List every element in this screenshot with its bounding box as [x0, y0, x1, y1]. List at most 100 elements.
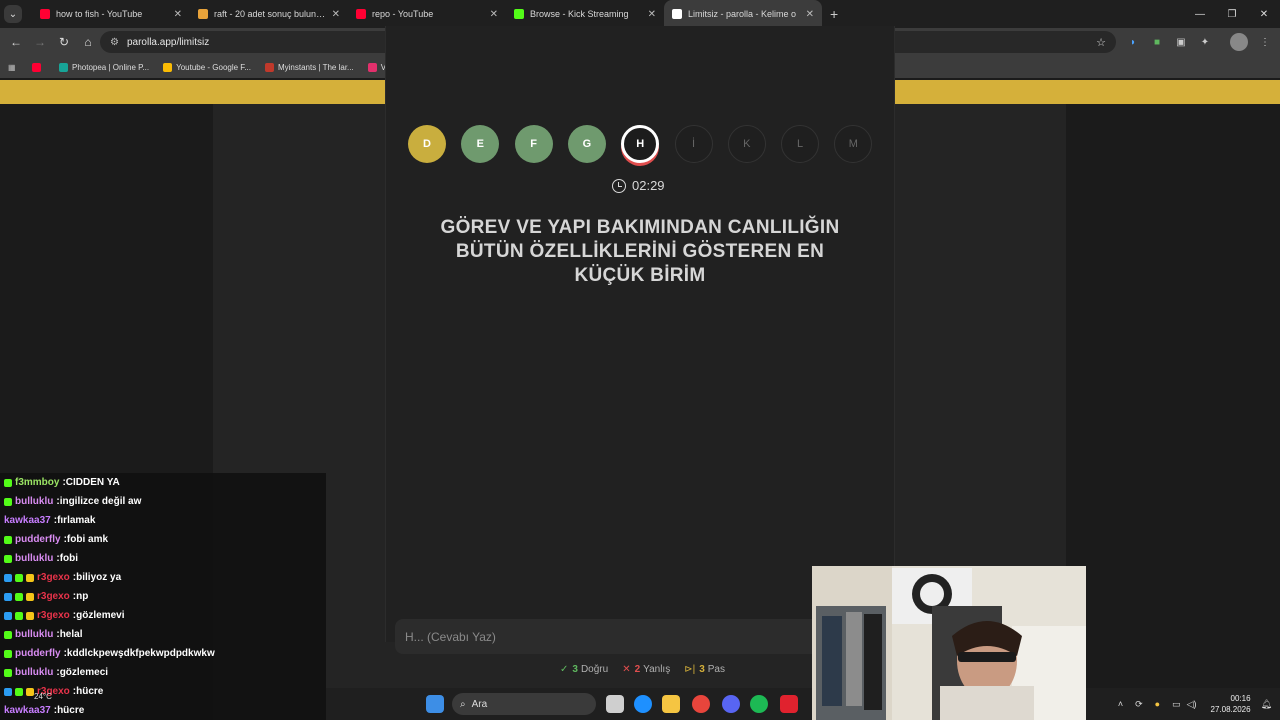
menu-dots-icon[interactable]: ⋮: [1256, 33, 1274, 51]
bookmark-item[interactable]: Photopea | Online P...: [59, 62, 149, 72]
reload-icon[interactable]: ↻: [52, 30, 76, 54]
new-tab-plus-icon[interactable]: +: [830, 6, 838, 22]
chat-text: hücre: [57, 705, 85, 716]
back-arrow-icon[interactable]: ←: [4, 30, 28, 54]
tab-close-icon[interactable]: ✕: [332, 9, 340, 20]
app-red-icon[interactable]: [780, 695, 798, 713]
stream-chat-overlay: f3mmboy: CIDDEN YA bulluklu: ingilizce de…: [0, 473, 326, 720]
edge-icon[interactable]: [634, 695, 652, 713]
chat-badge-icon: [4, 478, 12, 487]
chat-badge-icon: [26, 573, 34, 582]
bookmark-star-icon[interactable]: ☆: [1096, 36, 1106, 49]
media-extension-icon[interactable]: ◗: [1124, 33, 1142, 51]
chat-message: kawkaa37: fırlamak: [0, 511, 326, 530]
chat-username: bulluklu: [15, 667, 54, 678]
extension-dark-icon[interactable]: ▣: [1172, 33, 1190, 51]
chat-username: kawkaa37: [4, 705, 51, 716]
browser-tab[interactable]: Browse - Kick Streaming ✕: [506, 0, 664, 28]
score-stats: ✓ 3 Doğru ✕ 2 Yanlış ⊳| 3 Pas: [560, 664, 739, 675]
chat-message: pudderfly: kddlckpewşdkfpekwpdpdkwkw: [0, 644, 326, 663]
taskbar-clock[interactable]: 00:16 27.08.2026: [1211, 693, 1251, 715]
bookmark-label: Myinstants | The lar...: [277, 62, 354, 72]
bookmark-item[interactable]: Youtube - Google F...: [163, 62, 251, 72]
tab-search-chevron-icon[interactable]: ⌄: [4, 5, 22, 23]
tab-title: repo - YouTube: [372, 9, 434, 19]
spotify-icon[interactable]: [750, 695, 768, 713]
url-text: parolla.app/limitsiz: [126, 36, 210, 48]
chat-badge-icon: [4, 592, 12, 601]
minimize-icon[interactable]: —: [1184, 0, 1216, 28]
start-windows-icon[interactable]: [426, 695, 444, 713]
chat-message: bulluklu: fobi: [0, 549, 326, 568]
chat-badge-icon: [4, 687, 12, 696]
cross-icon: ✕: [622, 664, 631, 675]
browser-tab[interactable]: Limitsiz - parolla - Kelime o ✕: [664, 0, 822, 28]
taskbar-search[interactable]: ⌕ Ara: [452, 693, 596, 715]
bookmark-label: Youtube - Google F...: [176, 62, 251, 72]
bookmark-item[interactable]: Myinstants | The lar...: [264, 62, 354, 72]
maximize-icon[interactable]: ❐: [1216, 0, 1248, 28]
bookmark-item[interactable]: [32, 62, 45, 72]
chat-badge-icon: [26, 687, 34, 696]
window-controls: — ❐ ✕: [1184, 0, 1280, 28]
letter-circle: İ: [674, 125, 713, 163]
windows-taskbar: ⌕ Ara ˄ ⟳ ● ▭ ◁) 00:16 27.08.2026 🔔︎: [326, 688, 1280, 720]
chrome-icon[interactable]: [692, 695, 710, 713]
site-settings-icon[interactable]: ⚙: [110, 37, 119, 48]
chat-text: kddlckpewşdkfpekwpdpdkwkw: [66, 648, 215, 659]
sync-icon[interactable]: ⟳: [1135, 699, 1143, 710]
task-view-icon[interactable]: [606, 695, 624, 713]
weather-temp: 24°C: [34, 692, 52, 701]
file-explorer-icon[interactable]: [662, 695, 680, 713]
webcam-feed: [812, 566, 1086, 720]
skip-icon: ⊳|: [684, 664, 696, 675]
browser-tab[interactable]: repo - YouTube ✕: [348, 0, 506, 28]
microphone-icon[interactable]: ●: [1155, 699, 1160, 709]
chat-message: r3gexo: biliyoz ya: [0, 568, 326, 587]
apps-grid-icon[interactable]: ▦: [8, 63, 18, 72]
tab-close-icon[interactable]: ✕: [806, 9, 814, 20]
home-icon[interactable]: ⌂: [76, 30, 100, 54]
chat-username: r3gexo: [37, 610, 70, 621]
bookmark-favicon-icon: [59, 62, 68, 72]
bookmark-favicon-icon: [264, 62, 274, 72]
browser-tab[interactable]: how to fish - YouTube ✕: [32, 0, 190, 28]
chat-badge-icon: [4, 668, 12, 677]
discord-icon[interactable]: [722, 695, 740, 713]
chat-text: ingilizce değil aw: [59, 496, 142, 507]
network-icon[interactable]: ▭: [1172, 699, 1181, 710]
chat-badge-icon: [15, 687, 23, 696]
tab-close-icon[interactable]: ✕: [174, 9, 182, 20]
chat-username: f3mmboy: [15, 477, 60, 488]
tab-title: raft - 20 adet sonuç bulundu |: [214, 9, 326, 19]
letter-circle: G: [567, 125, 606, 163]
letter-circle: D: [408, 125, 446, 163]
tab-close-icon[interactable]: ✕: [490, 9, 498, 20]
chat-text: gözlemeci: [59, 667, 109, 678]
weather-widget[interactable]: 24°C: [34, 692, 52, 701]
chat-text: biliyoz ya: [76, 572, 122, 583]
browser-tab[interactable]: raft - 20 adet sonuç bulundu | ✕: [190, 0, 348, 28]
pass-count: 3: [699, 664, 705, 675]
forward-arrow-icon[interactable]: →: [28, 30, 52, 54]
chat-text: hücre: [76, 686, 104, 697]
countdown-timer: 02:29: [612, 178, 665, 193]
tab-close-icon[interactable]: ✕: [648, 9, 656, 20]
chat-badge-icon: [15, 573, 23, 582]
tray-expand-icon[interactable]: ˄: [1118, 699, 1123, 709]
chat-badge-icon: [4, 535, 12, 544]
chat-username: bulluklu: [15, 553, 54, 564]
close-window-icon[interactable]: ✕: [1248, 0, 1280, 28]
chat-message: bulluklu: helal: [0, 625, 326, 644]
chat-message: bulluklu: ingilizce değil aw: [0, 492, 326, 511]
extensions-puzzle-icon[interactable]: ✦: [1196, 33, 1214, 51]
tab-favicon-icon: [40, 9, 50, 19]
notification-bell-icon[interactable]: 🔔︎: [1261, 699, 1272, 710]
chat-message: f3mmboy: CIDDEN YA: [0, 473, 326, 492]
extension-green-icon[interactable]: ■: [1148, 33, 1166, 51]
volume-icon[interactable]: ◁): [1187, 699, 1197, 710]
browser-tab-strip: ⌄ how to fish - YouTube ✕ raft - 20 adet s…: [0, 0, 1280, 28]
profile-avatar[interactable]: [1230, 33, 1248, 51]
chat-username: kawkaa37: [4, 515, 51, 526]
tab-favicon-icon: [672, 9, 682, 19]
